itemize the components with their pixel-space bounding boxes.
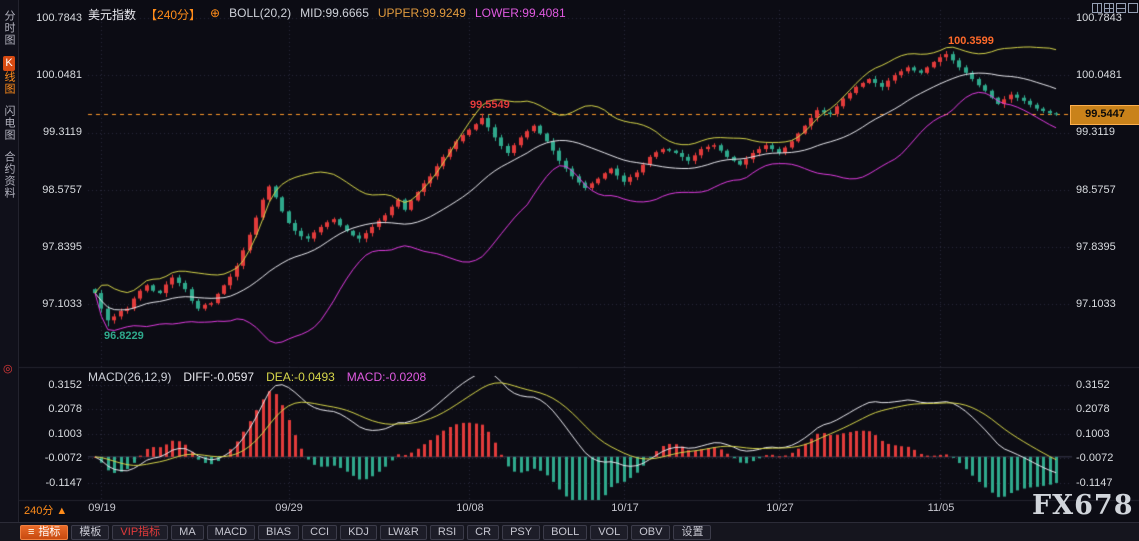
macd-axis-label: -0.1147 (1076, 477, 1113, 489)
menu-icon: ≡ (28, 526, 35, 538)
macd-axis-label: 0.1003 (48, 428, 82, 440)
macd-axis-label: 0.3152 (48, 379, 82, 391)
tab-rsi[interactable]: RSI (429, 525, 465, 540)
tab-macd[interactable]: MACD (206, 525, 256, 540)
boll-upper-value: UPPER:99.9249 (377, 6, 466, 20)
annotation-interim-high: 99.5549 (470, 99, 510, 111)
macd-axis-label: 0.1003 (1076, 428, 1110, 440)
sidebar: 分时图 K线图 闪电图 合约资料 ◎ (0, 0, 19, 522)
indicator-toolbar: ≡ 指标 模板 VIP指标 MA MACD BIAS CCI KDJ LW&R … (0, 522, 1139, 541)
tab-bias[interactable]: BIAS (258, 525, 300, 540)
sidebar-item-kline-chart[interactable]: K线图 (2, 56, 16, 95)
date-axis-label: 10/27 (766, 502, 794, 514)
price-axis-label: 97.1033 (1076, 298, 1116, 310)
boll-mid-value: MID:99.6665 (300, 6, 369, 20)
macd-axis-label: 0.2078 (48, 403, 82, 415)
period-arrow-icon: ▲ (56, 505, 68, 517)
price-axis-label: 98.5757 (1076, 184, 1116, 196)
date-axis-label: 10/08 (456, 502, 484, 514)
price-axis-label: 100.7843 (1076, 12, 1122, 24)
kline-label: 线图 (3, 71, 15, 95)
layout-split-v-icon[interactable] (1092, 3, 1102, 13)
macd-axis-label: -0.0072 (44, 452, 82, 464)
tab-kdj[interactable]: KDJ (340, 525, 377, 540)
period-text: 240分 (24, 505, 54, 517)
price-axis-label: 100.0481 (36, 69, 82, 81)
sidebar-item-time-chart[interactable]: 分时图 (2, 10, 16, 46)
tab-lwr[interactable]: LW&R (379, 525, 427, 540)
date-axis-label: 10/17 (611, 502, 639, 514)
tab-cci[interactable]: CCI (302, 525, 338, 540)
period-label: 【240分】 (145, 8, 202, 22)
tab-psy[interactable]: PSY (502, 525, 541, 540)
indicators-button-label: 指标 (38, 526, 61, 538)
crosshair-target-icon[interactable]: ◎ (3, 362, 13, 375)
boll-indicator-label: BOLL(20,2) (229, 6, 292, 20)
layout-grid-icon[interactable] (1104, 3, 1114, 13)
sidebar-item-flash-chart[interactable]: 闪电图 (2, 105, 16, 141)
tab-ma[interactable]: MA (171, 525, 204, 540)
tab-template[interactable]: 模板 (71, 525, 110, 540)
last-price-box: 99.5447 (1070, 105, 1139, 125)
symbol-name: 美元指数 (88, 8, 137, 22)
annotation-swing-low: 96.8229 (104, 330, 144, 342)
macd-indicator-label: MACD(26,12,9) (88, 370, 172, 384)
annotation-swing-high: 100.3599 (948, 35, 994, 47)
layout-single-icon[interactable] (1128, 3, 1138, 13)
price-axis-label: 97.1033 (42, 298, 82, 310)
app-root: 分时图 K线图 闪电图 合约资料 ◎ 美元指数 【240分】 ⊕ BOLL(20,… (0, 0, 1139, 541)
tab-vip[interactable]: VIP指标 (112, 525, 169, 540)
tab-boll[interactable]: BOLL (543, 525, 588, 540)
indicators-button[interactable]: ≡ 指标 (20, 525, 69, 540)
boll-lower-value: LOWER:99.4081 (474, 6, 566, 20)
macd-hist-value: MACD:-0.0208 (346, 370, 427, 384)
macd-axis-label: 0.3152 (1076, 379, 1110, 391)
price-axis-label: 97.8395 (42, 241, 82, 253)
kline-k-badge: K (3, 56, 15, 71)
macd-header: MACD(26,12,9) DIFF:-0.0597 DEA:-0.0493 M… (88, 370, 426, 384)
period-selector[interactable]: 240分 ▲ (24, 502, 67, 518)
price-axis-label: 99.3119 (1076, 126, 1115, 138)
layout-split-h-icon[interactable] (1116, 3, 1126, 13)
date-axis-label: 11/05 (927, 502, 955, 514)
price-axis-label: 100.0481 (1076, 69, 1122, 81)
price-axis-label: 100.7843 (36, 12, 82, 24)
macd-dea-value: DEA:-0.0493 (266, 370, 335, 384)
macd-diff-value: DIFF:-0.0597 (183, 370, 255, 384)
price-axis-label: 99.3119 (43, 126, 82, 138)
tab-vol[interactable]: VOL (590, 525, 629, 540)
macd-axis-label: -0.1147 (45, 477, 83, 489)
chart-header: 美元指数 【240分】 ⊕ BOLL(20,2) MID:99.6665 UPPE… (88, 6, 566, 23)
tab-obv[interactable]: OBV (631, 525, 671, 540)
tab-cr[interactable]: CR (467, 525, 500, 540)
price-axis-label: 98.5757 (42, 184, 82, 196)
window-layout-controls (1092, 3, 1138, 13)
date-axis-label: 09/29 (275, 502, 303, 514)
sidebar-item-contract-info[interactable]: 合约资料 (2, 151, 16, 199)
price-axis-label: 97.8395 (1076, 241, 1116, 253)
price-macd-chart-canvas[interactable] (0, 0, 1139, 541)
macd-axis-label: 0.2078 (1076, 403, 1110, 415)
date-axis-label: 09/19 (88, 502, 116, 514)
tab-settings[interactable]: 设置 (673, 525, 712, 540)
add-compare-icon[interactable]: ⊕ (210, 6, 220, 23)
macd-axis-label: -0.0072 (1076, 452, 1114, 464)
fx678-watermark: FX678 (1032, 490, 1134, 521)
